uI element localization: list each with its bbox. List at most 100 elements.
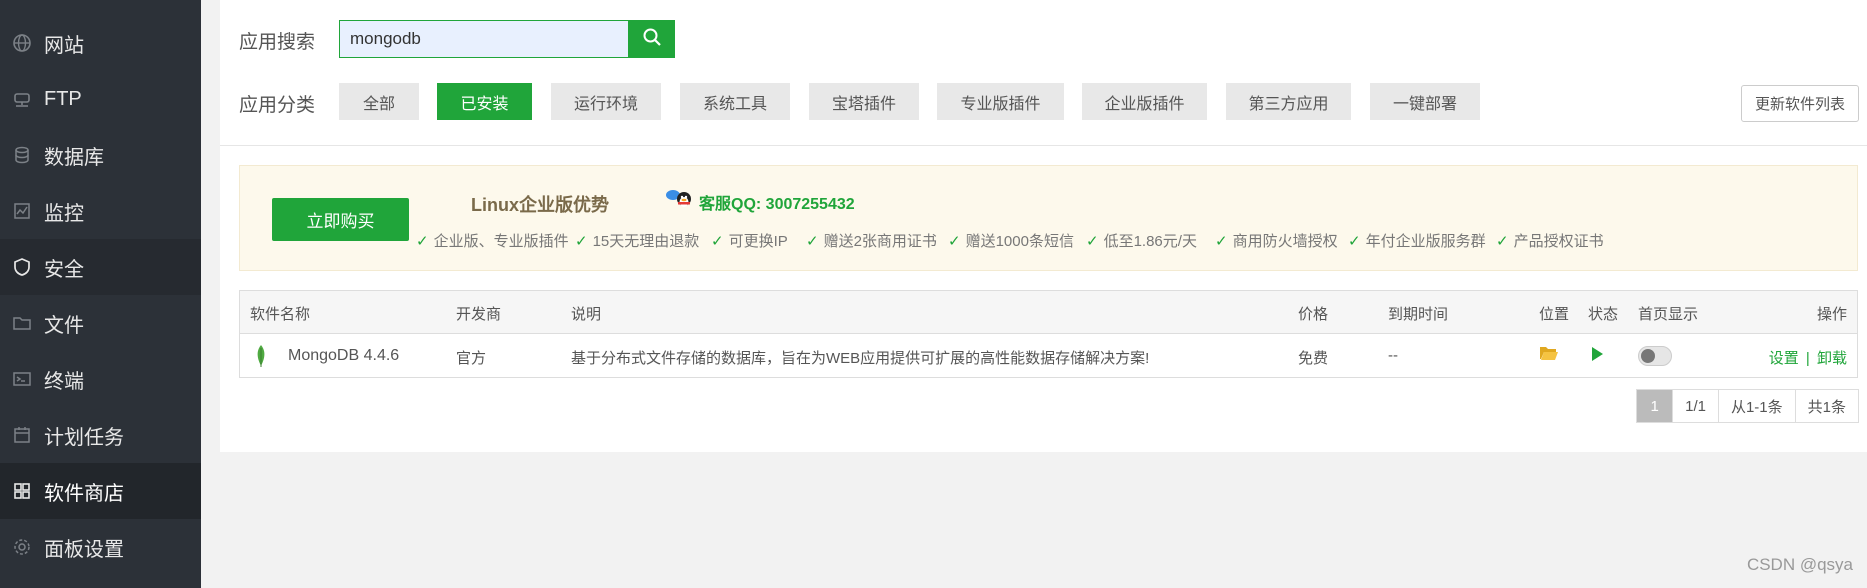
action-separator: | — [1805, 350, 1810, 367]
gear-icon — [11, 536, 33, 558]
sidebar: 网站 FTP 数据库 监控 安全 文件 终端 计划任务 软件商店 面板设置 — [0, 0, 201, 588]
feature-item: ✓ 企业版、专业版插件 — [416, 232, 569, 251]
header-location: 位置 — [1539, 306, 1570, 323]
settings-link[interactable]: 设置 — [1769, 350, 1799, 367]
mongodb-leaf-icon — [254, 344, 268, 373]
sidebar-item-files[interactable]: 文件 — [0, 295, 201, 351]
check-icon: ✓ — [948, 232, 961, 250]
row-actions: 设置 | 卸载 — [1769, 347, 1847, 368]
category-bt-plugins[interactable]: 宝塔插件 — [809, 83, 919, 120]
check-icon: ✓ — [1086, 232, 1099, 250]
sidebar-item-cron[interactable]: 计划任务 — [0, 407, 201, 463]
play-icon[interactable] — [1590, 346, 1604, 366]
software-name: MongoDB 4.4.6 — [288, 347, 400, 364]
grid-icon — [11, 480, 33, 502]
feature-item: ✓ 赠送2张商用证书 — [806, 232, 937, 251]
sidebar-item-label: 计划任务 — [44, 426, 124, 449]
header-expire-time: 到期时间 — [1388, 306, 1449, 323]
sidebar-item-terminal[interactable]: 终端 — [0, 351, 201, 407]
sidebar-item-monitor[interactable]: 监控 — [0, 183, 201, 239]
sidebar-item-database[interactable]: 数据库 — [0, 127, 201, 183]
sidebar-item-label: 软件商店 — [44, 482, 124, 505]
header-developer: 开发商 — [456, 306, 502, 323]
check-icon: ✓ — [416, 232, 429, 250]
folder-open-icon[interactable] — [1539, 344, 1559, 366]
check-icon: ✓ — [575, 232, 588, 250]
qq-number: 客服QQ: 3007255432 — [699, 195, 855, 213]
sidebar-item-ftp[interactable]: FTP — [0, 71, 201, 127]
software-description: 基于分布式文件存储的数据库，旨在为WEB应用提供可扩展的高性能数据存储解决方案! — [571, 350, 1150, 367]
page-range: 从1-1条 — [1717, 390, 1795, 422]
header-actions: 操作 — [1816, 306, 1847, 323]
search-icon — [642, 27, 662, 52]
search-label: 应用搜索 — [239, 32, 316, 53]
software-expire: -- — [1388, 347, 1398, 364]
refresh-software-list-button[interactable]: 更新软件列表 — [1741, 85, 1859, 122]
category-third-party[interactable]: 第三方应用 — [1226, 83, 1351, 120]
header-homepage-display: 首页显示 — [1638, 306, 1699, 323]
sidebar-item-label: 监控 — [44, 202, 84, 225]
check-icon: ✓ — [1348, 232, 1361, 250]
category-one-click-deploy[interactable]: 一键部署 — [1370, 83, 1480, 120]
database-icon — [11, 144, 33, 166]
folder-icon — [11, 312, 33, 334]
sidebar-item-label: 文件 — [44, 314, 84, 337]
toggle-knob — [1641, 349, 1655, 363]
feature-item: ✓ 15天无理由退款 — [575, 232, 700, 251]
sidebar-item-label: 安全 — [44, 258, 84, 281]
ftp-icon — [11, 88, 33, 110]
pagination: 1 1/1 从1-1条 共1条 — [1636, 389, 1859, 423]
main-panel: 应用搜索 mongodb 应用分类 全部 已安装 运行环境 系统工具 宝塔插件 … — [220, 0, 1867, 452]
buy-now-button[interactable]: 立即购买 — [272, 198, 409, 241]
feature-item: ✓ 商用防火墙授权 — [1215, 232, 1338, 251]
check-icon: ✓ — [1496, 232, 1509, 250]
qq-penguin-icon — [665, 188, 695, 215]
page-current[interactable]: 1 — [1637, 390, 1673, 422]
qq-contact[interactable]: 客服QQ: 3007255432 — [665, 188, 855, 215]
enterprise-promo-banner: 立即购买 Linux企业版优势 客服QQ: 3007255432 ✓ 企业版、专业… — [239, 165, 1858, 271]
header-description: 说明 — [571, 306, 602, 323]
sidebar-item-app-store[interactable]: 软件商店 — [0, 463, 201, 519]
search-button[interactable] — [628, 20, 675, 58]
software-price: 免费 — [1298, 350, 1329, 367]
feature-item: ✓ 年付企业版服务群 — [1348, 232, 1486, 251]
feature-item: ✓ 产品授权证书 — [1496, 232, 1604, 251]
category-installed[interactable]: 已安装 — [437, 83, 532, 120]
page-count: 1/1 — [1672, 390, 1718, 422]
category-pro-plugins[interactable]: 专业版插件 — [937, 83, 1064, 120]
monitor-icon — [11, 200, 33, 222]
check-icon: ✓ — [1215, 232, 1228, 250]
header-software-name: 软件名称 — [250, 306, 311, 323]
sidebar-item-website[interactable]: 网站 — [0, 15, 201, 71]
sidebar-item-security[interactable]: 安全 — [0, 239, 201, 295]
terminal-icon — [11, 368, 33, 390]
sidebar-item-label: 数据库 — [44, 146, 104, 169]
check-icon: ✓ — [711, 232, 724, 250]
globe-icon — [11, 32, 33, 54]
sidebar-item-label: 网站 — [44, 34, 84, 57]
software-table: 软件名称 开发商 说明 价格 到期时间 位置 状态 首页显示 操作 MongoD… — [239, 290, 1858, 378]
feature-item: ✓ 低至1.86元/天 — [1086, 232, 1197, 251]
category-runtime[interactable]: 运行环境 — [551, 83, 661, 120]
header-status: 状态 — [1588, 306, 1619, 323]
category-system-tools[interactable]: 系统工具 — [680, 83, 790, 120]
sidebar-item-label: FTP — [44, 87, 82, 110]
sidebar-item-label: 终端 — [44, 370, 84, 393]
check-icon: ✓ — [806, 232, 819, 250]
feature-item: ✓ 赠送1000条短信 — [948, 232, 1074, 251]
uninstall-link[interactable]: 卸载 — [1817, 350, 1847, 367]
search-input[interactable]: mongodb — [339, 20, 635, 58]
feature-item: ✓ 可更换IP — [711, 232, 788, 251]
header-price: 价格 — [1298, 306, 1329, 323]
sidebar-item-label: 面板设置 — [44, 538, 124, 561]
category-all[interactable]: 全部 — [339, 83, 419, 120]
category-enterprise-plugins[interactable]: 企业版插件 — [1082, 83, 1207, 120]
software-developer: 官方 — [456, 350, 487, 367]
homepage-display-toggle[interactable] — [1638, 346, 1672, 366]
category-label: 应用分类 — [239, 95, 316, 116]
divider — [220, 145, 1867, 146]
calendar-icon — [11, 424, 33, 446]
shield-icon — [11, 256, 33, 278]
banner-title: Linux企业版优势 — [471, 195, 609, 215]
sidebar-item-panel-settings[interactable]: 面板设置 — [0, 519, 201, 575]
